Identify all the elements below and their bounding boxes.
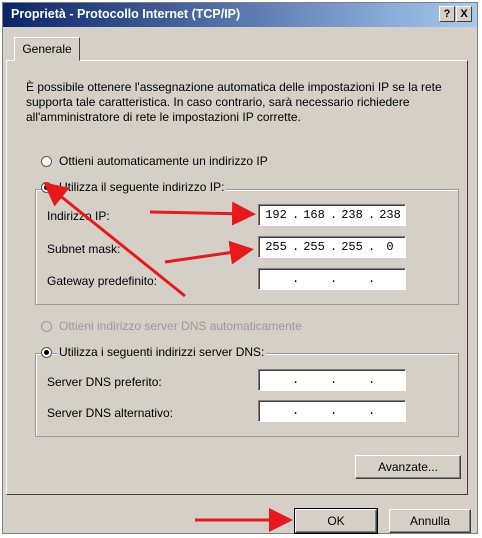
dns-preferred-label: Server DNS preferito:: [47, 375, 162, 389]
octet-separator: .: [330, 373, 338, 387]
octet-separator: .: [292, 240, 300, 254]
octet-separator: .: [368, 208, 376, 222]
radio-dns-manual-label[interactable]: Utilizza i seguenti indirizzi server DNS…: [57, 345, 267, 359]
subnet-mask-label: Subnet mask:: [47, 242, 121, 256]
dns-alternate-label: Server DNS alternativo:: [47, 406, 174, 420]
dns-preferred-input[interactable]: . . .: [258, 369, 406, 391]
octet: 238: [341, 208, 363, 222]
octet: 238: [379, 208, 401, 222]
octet-separator: .: [330, 404, 338, 418]
radio-ip-auto-label[interactable]: Ottieni automaticamente un indirizzo IP: [59, 154, 268, 168]
ip-address-input[interactable]: 192 . 168 . 238 . 238: [258, 204, 406, 226]
dns-alternate-input[interactable]: . . .: [258, 400, 406, 422]
title-bar[interactable]: Proprietà - Protocollo Internet (TCP/IP)…: [3, 3, 477, 27]
octet: 192: [265, 208, 287, 222]
gateway-input[interactable]: . . .: [258, 268, 406, 290]
close-icon[interactable]: X: [456, 6, 472, 22]
ip-address-label: Indirizzo IP:: [47, 209, 110, 223]
dns-group: [35, 353, 459, 437]
octet-separator: .: [292, 404, 300, 418]
octet-separator: .: [292, 272, 300, 286]
tab-generale[interactable]: Generale: [14, 37, 80, 61]
radio-ip-auto[interactable]: [41, 156, 52, 167]
octet-separator: .: [330, 208, 338, 222]
advanced-button[interactable]: Avanzate...: [355, 455, 461, 479]
help-icon[interactable]: ?: [439, 6, 455, 22]
octet: 255: [341, 240, 363, 254]
radio-ip-manual-label[interactable]: Utilizza il seguente indirizzo IP:: [57, 180, 227, 194]
octet-separator: .: [368, 373, 376, 387]
octet: 0: [386, 240, 394, 254]
radio-ip-manual[interactable]: [41, 182, 52, 193]
octet-separator: .: [292, 373, 300, 387]
octet-separator: .: [292, 208, 300, 222]
octet: 255: [303, 240, 325, 254]
octet-separator: .: [368, 404, 376, 418]
octet: 168: [303, 208, 325, 222]
radio-dns-auto[interactable]: [41, 321, 52, 332]
octet-separator: .: [330, 272, 338, 286]
description-text: È possibile ottenere l'assegnazione auto…: [26, 80, 442, 124]
subnet-mask-input[interactable]: 255 . 255 . 255 . 0: [258, 236, 406, 258]
octet-separator: .: [368, 272, 376, 286]
octet: 255: [265, 240, 287, 254]
window-title: Proprietà - Protocollo Internet (TCP/IP): [11, 7, 241, 21]
cancel-button[interactable]: Annulla: [389, 509, 471, 533]
gateway-label: Gateway predefinito:: [47, 274, 158, 288]
ok-button[interactable]: OK: [294, 508, 378, 534]
radio-dns-auto-label[interactable]: Ottieni indirizzo server DNS automaticam…: [59, 319, 302, 333]
radio-dns-manual[interactable]: [41, 347, 52, 358]
octet-separator: .: [368, 240, 376, 254]
octet-separator: .: [330, 240, 338, 254]
